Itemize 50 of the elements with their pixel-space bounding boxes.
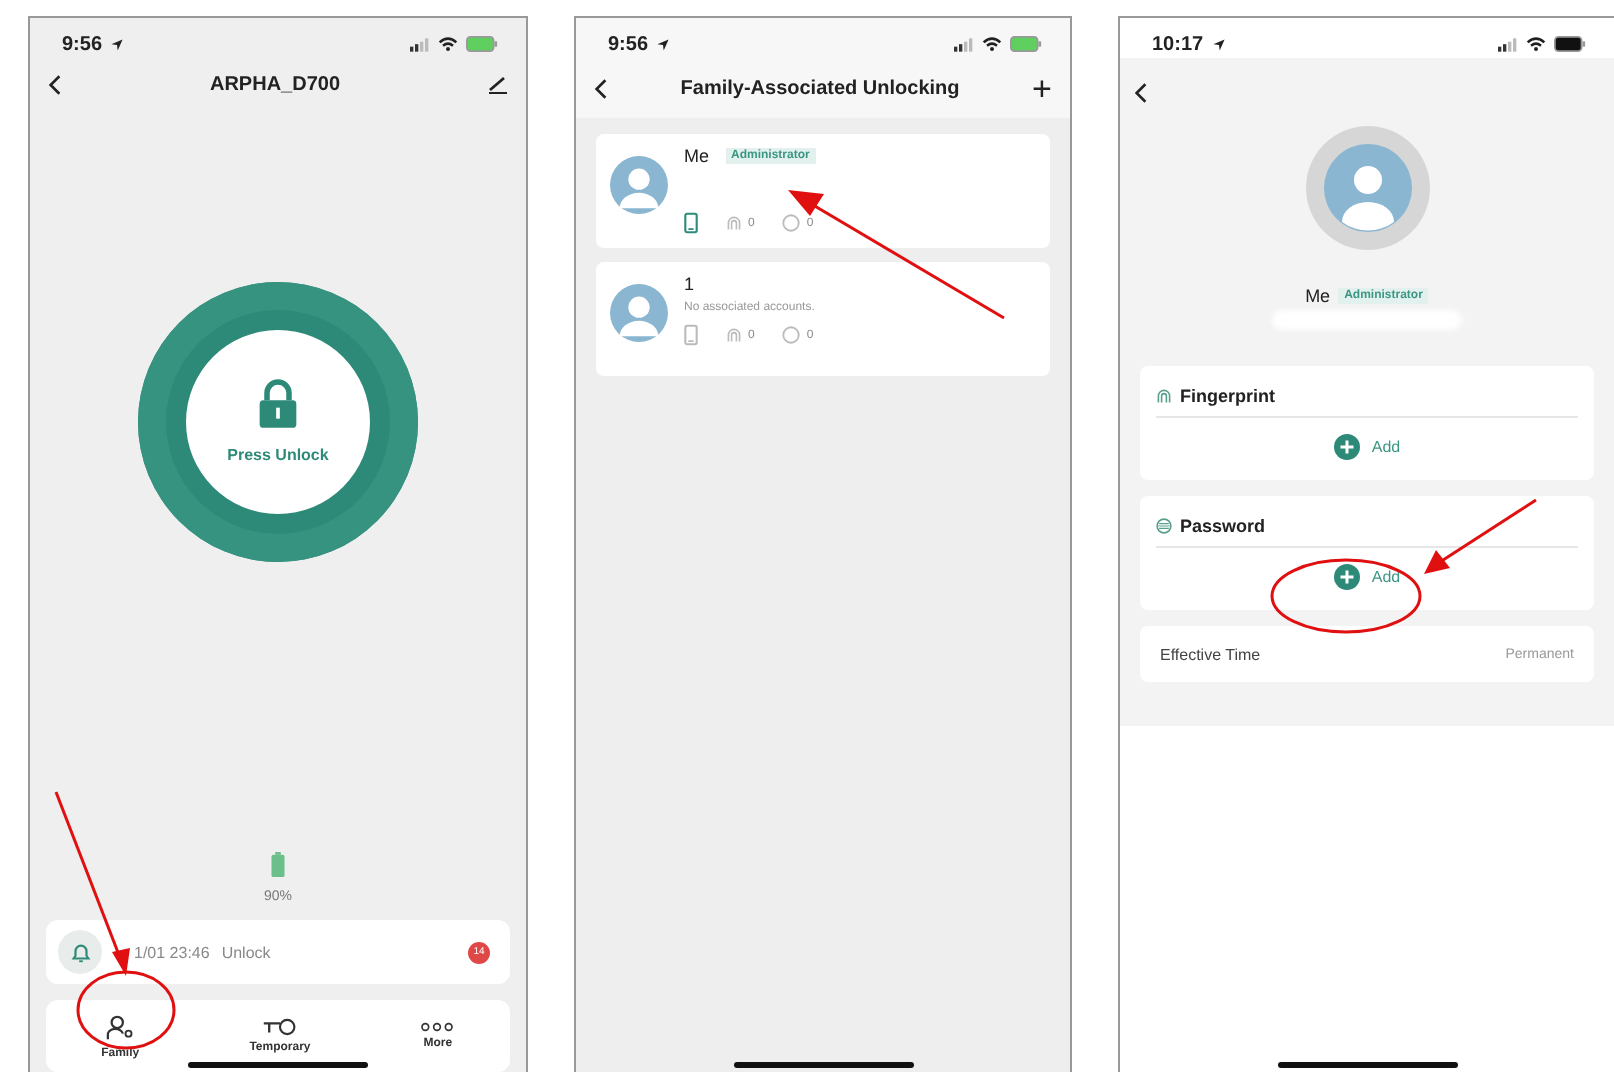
fingerprint-icon: [1156, 388, 1172, 404]
status-time: 10:17: [1152, 33, 1204, 55]
annotation-ellipse: [76, 970, 176, 1050]
add-button[interactable]: +: [1032, 71, 1052, 105]
location-arrow-icon: [1211, 37, 1226, 51]
log-event: Unlock: [221, 943, 271, 961]
effective-time-label: Effective Time: [1160, 645, 1261, 663]
person-icon: [105, 1013, 136, 1041]
signal-icon: [954, 37, 974, 51]
section-title: Fingerprint: [1180, 386, 1275, 406]
status-time: 9:56: [62, 33, 103, 55]
signal-icon: [410, 37, 430, 51]
avatar-icon: [610, 284, 668, 342]
status-time: 9:56: [608, 33, 649, 55]
location-arrow-icon: [656, 37, 671, 51]
location-arrow-icon: [110, 37, 125, 51]
back-icon[interactable]: [594, 77, 608, 99]
member-name: Me: [684, 146, 710, 166]
more-icon: [420, 1022, 455, 1032]
wifi-icon: [438, 36, 458, 52]
screen-title: ARPHA_D700: [209, 73, 341, 95]
add-button[interactable]: Add: [1333, 434, 1401, 460]
annotation-arrow: [1424, 498, 1537, 574]
battery-icon: [1010, 36, 1042, 52]
key-icon: [261, 1018, 298, 1036]
fingerprint-icon: [726, 214, 742, 232]
add-button[interactable]: Add: [1333, 564, 1401, 590]
back-icon[interactable]: [1134, 81, 1148, 103]
avatar-icon: [610, 156, 668, 214]
log-time: 1/01 23:46: [132, 943, 210, 961]
padlock-icon: [256, 378, 300, 430]
back-icon[interactable]: [48, 73, 62, 95]
fingerprint-icon: [726, 326, 742, 344]
keypad-icon: [1156, 518, 1172, 534]
card-icon: [782, 326, 801, 344]
card-icon: [782, 214, 801, 232]
battery-icon: [1554, 36, 1586, 52]
avatar-icon: [1305, 126, 1429, 250]
wifi-icon: [1526, 36, 1546, 52]
member-name: 1: [684, 274, 695, 294]
member-name: Me: [1305, 286, 1331, 306]
battery-icon: [466, 36, 498, 52]
edit-icon[interactable]: [488, 74, 508, 94]
signal-icon: [1498, 37, 1518, 51]
screen-title: Family-Associated Unlocking: [680, 77, 960, 99]
unlock-button[interactable]: Press Unlock: [186, 329, 370, 513]
bell-icon: [58, 930, 102, 974]
wifi-icon: [982, 36, 1002, 52]
lock-battery-icon: [270, 852, 286, 878]
section-title: Password: [1180, 516, 1266, 536]
